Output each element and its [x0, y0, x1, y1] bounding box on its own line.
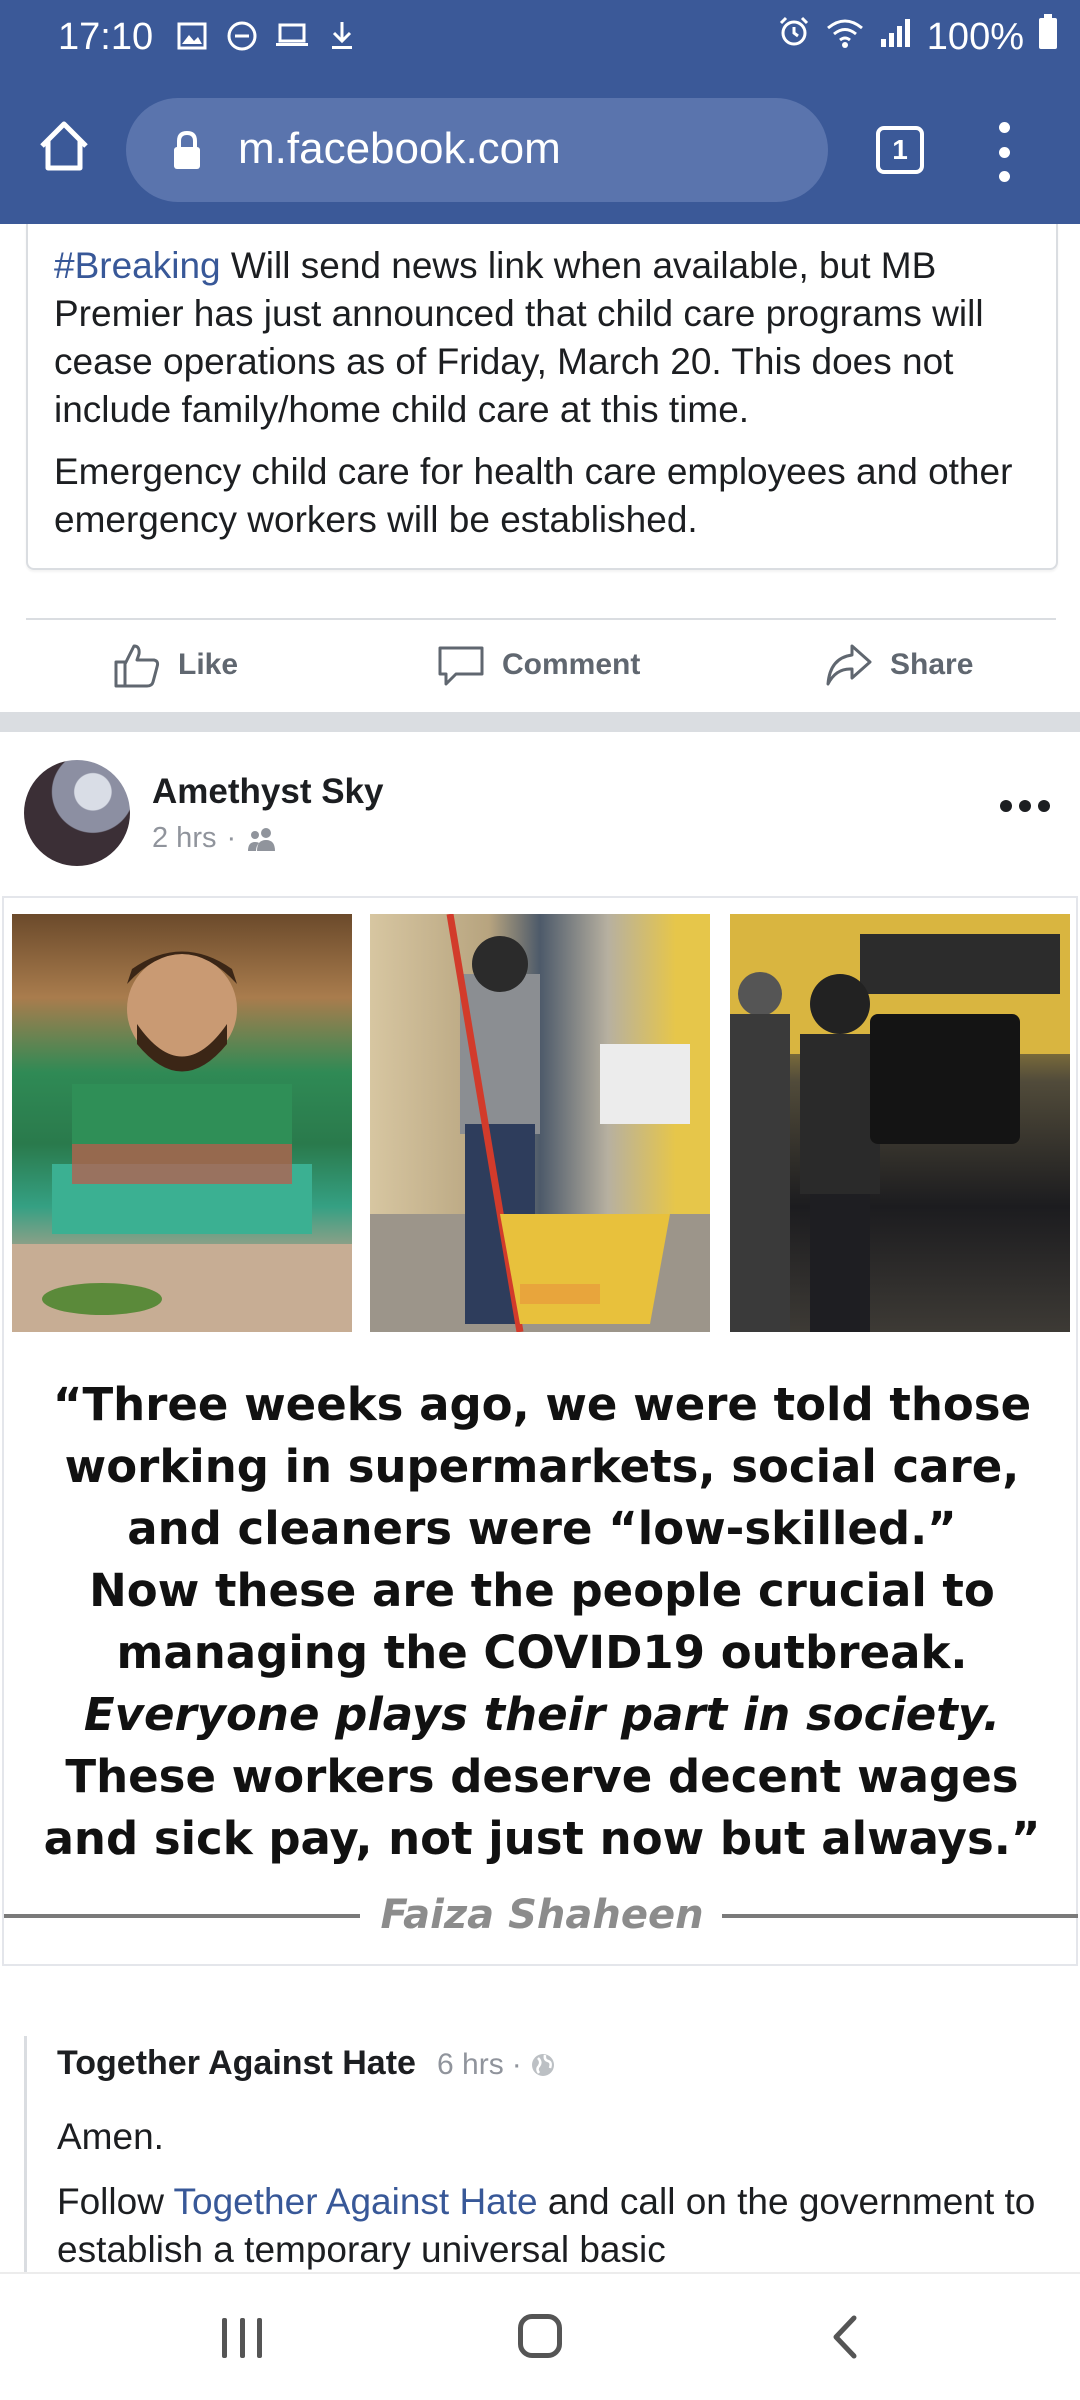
reshared-text-amen: Amen.: [57, 2116, 164, 2157]
recent-bar: [239, 2318, 245, 2358]
meta-separator: ·: [226, 822, 237, 854]
post-time[interactable]: 2 hrs: [152, 822, 216, 855]
menu-dot: [998, 171, 1010, 182]
back-button[interactable]: [824, 2314, 870, 2360]
status-time: 17:10: [58, 16, 154, 58]
battery-percent: 100%: [926, 15, 1024, 58]
friends-icon: [248, 827, 276, 851]
photo-cleaner: [370, 914, 710, 1332]
meta-separator: ·: [511, 2048, 522, 2081]
attribution-row: Faiza Shaheen: [4, 1886, 1080, 1946]
reshared-post[interactable]: Together Against Hate 6 hrs · Amen. Foll…: [24, 2036, 1064, 2272]
post-image[interactable]: “Three weeks ago, we were told those wor…: [2, 896, 1078, 1966]
signal-icon: [879, 16, 913, 59]
like-icon: [114, 644, 160, 688]
like-label: Like: [178, 648, 239, 681]
quote-line: and cleaners were “low-skilled.”: [127, 1502, 957, 1555]
menu-dot: [998, 146, 1010, 158]
url-text: m.facebook.com: [238, 124, 561, 173]
avatar[interactable]: [24, 760, 130, 866]
shared-post-text: #Breaking Will send news link when avail…: [54, 242, 1044, 544]
globe-icon: [531, 2054, 554, 2076]
recent-apps-button[interactable]: [222, 2318, 262, 2358]
more-dot: [1000, 800, 1012, 812]
quote-line: working in supermarkets, social care,: [64, 1440, 1020, 1493]
comment-label: Comment: [502, 648, 641, 681]
quote-attribution: Faiza Shaheen: [380, 1892, 704, 1938]
reshared-time[interactable]: 6 hrs: [437, 2048, 504, 2082]
home-nav-button[interactable]: [518, 2314, 562, 2358]
shared-post-paragraph-1: #Breaking Will send news link when avail…: [54, 242, 1044, 434]
back-icon: [833, 2315, 857, 2359]
laptop-icon: [274, 18, 310, 54]
like-button[interactable]: Like: [112, 640, 238, 690]
recent-bar: [222, 2318, 227, 2358]
hashtag-link[interactable]: #Breaking: [54, 245, 221, 286]
quote-line: These workers deserve decent wages: [65, 1750, 1019, 1803]
shared-post-paragraph-2: Emergency child care for health care emp…: [54, 451, 1013, 540]
page-link[interactable]: Together Against Hate: [174, 2181, 538, 2222]
divider: [26, 618, 1056, 620]
system-nav-bar: [0, 2272, 1080, 2400]
shared-post-card[interactable]: #Breaking Will send news link when avail…: [26, 224, 1058, 570]
recent-bar: [257, 2318, 262, 2358]
share-button[interactable]: Share: [824, 640, 973, 690]
post-more-button[interactable]: [1000, 800, 1050, 814]
post-meta: 2 hrs ·: [152, 822, 278, 855]
tab-switcher-button[interactable]: 1: [876, 126, 924, 174]
download-icon: [324, 18, 360, 54]
comment-button[interactable]: Comment: [436, 640, 640, 690]
address-bar[interactable]: m.facebook.com: [126, 98, 828, 202]
home-button[interactable]: [36, 118, 92, 174]
status-bar: 17:10 100%: [0, 0, 1080, 78]
alarm-icon: [777, 15, 811, 59]
reshared-meta: 6 hrs ·: [437, 2048, 556, 2082]
quote-line: Everyone plays their part in society.: [83, 1688, 1001, 1741]
menu-dot: [998, 122, 1010, 133]
quote-line: and sick pay, not just now but always.”: [43, 1812, 1041, 1865]
status-notification-icons: [174, 18, 360, 54]
share-icon: [826, 644, 872, 686]
wifi-icon: [825, 16, 865, 59]
browser-menu-button[interactable]: [992, 122, 1016, 182]
photo-delivery-worker: [730, 914, 1070, 1332]
post-author[interactable]: Amethyst Sky: [152, 772, 383, 812]
share-label: Share: [890, 648, 974, 681]
comment-icon: [438, 646, 484, 686]
follow-prefix: Follow: [57, 2181, 174, 2222]
more-dot: [1038, 800, 1050, 812]
reshared-text-follow: Follow Together Against Hate and call on…: [57, 2178, 1057, 2274]
home-icon: [40, 121, 88, 171]
more-dot: [1019, 800, 1031, 812]
battery-icon: [1038, 14, 1058, 60]
lock-icon: [172, 130, 202, 170]
status-system-icons: 100%: [777, 14, 1058, 60]
feed-separator: [0, 712, 1080, 732]
quote-line: Now these are the people crucial to: [89, 1564, 995, 1617]
dnd-icon: [224, 18, 260, 54]
quote-text: “Three weeks ago, we were told those wor…: [34, 1374, 1050, 1870]
quote-line: managing the COVID19 outbreak.: [116, 1626, 968, 1679]
reshared-author[interactable]: Together Against Hate: [57, 2044, 416, 2083]
photo-supermarket-worker: [12, 914, 352, 1332]
image-icon: [174, 18, 210, 54]
browser-toolbar: m.facebook.com 1: [0, 78, 1080, 224]
quote-line: “Three weeks ago, we were told those: [52, 1378, 1032, 1431]
post-actions: Like Comment Share: [0, 622, 1080, 708]
